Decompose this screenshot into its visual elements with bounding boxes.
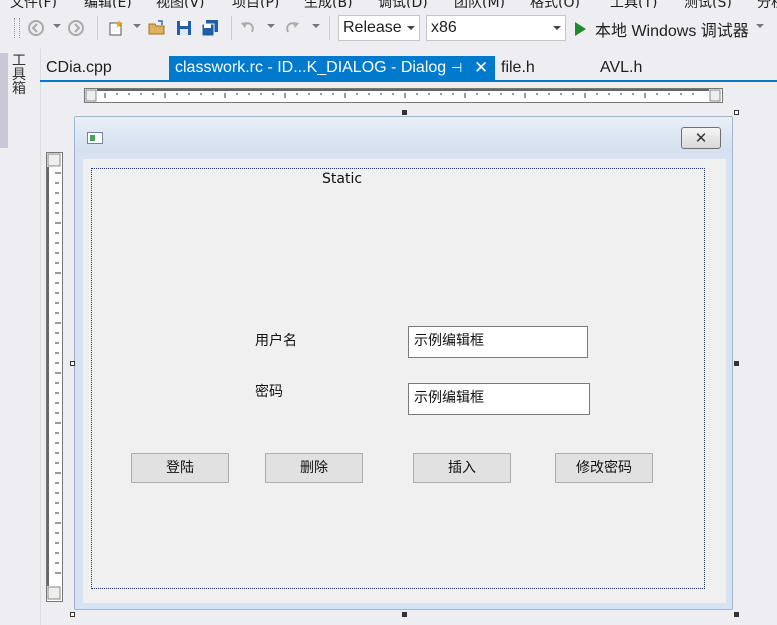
new-dropdown-icon[interactable] [133, 24, 141, 28]
close-icon: ✕ [694, 129, 708, 147]
configuration-value: Release [343, 19, 402, 36]
password-edit[interactable]: 示例编辑框 [408, 383, 590, 415]
toolbar-grip[interactable] [14, 18, 20, 38]
dialog-close-button[interactable]: ✕ [681, 127, 721, 149]
redo-dropdown-icon[interactable] [312, 24, 320, 28]
change-password-button-label: 修改密码 [576, 460, 632, 476]
menu-bar: 文件(F) 编辑(E) 视图(V) 项目(P) 生成(B) 调试(D) 团队(M… [0, 0, 777, 11]
username-edit[interactable]: 示例编辑框 [408, 326, 588, 358]
dialog-margin-guide [91, 168, 705, 589]
dialog-window[interactable]: ✕ Static 用户名 密码 示例编辑框 示例编辑框 登陆 删除 插入 修改密… [74, 116, 733, 610]
standard-toolbar: Release x86 本地 Windows 调试器 [0, 8, 777, 48]
new-project-icon[interactable] [106, 18, 126, 38]
tab-label: classwork.rc - ID...K_DIALOG - Dialog [175, 59, 447, 76]
dialog-app-icon [87, 132, 103, 144]
login-button-label: 登陆 [166, 460, 194, 476]
delete-button-label: 删除 [300, 460, 328, 476]
toolbox-strip: 工具箱 [0, 48, 41, 625]
toolbar-separator [97, 16, 98, 40]
static-text-label[interactable]: Static [322, 171, 362, 187]
back-dropdown-icon[interactable] [53, 24, 61, 28]
play-icon [575, 22, 586, 36]
undo-dropdown-icon[interactable] [267, 24, 275, 28]
chevron-down-icon [553, 26, 561, 30]
username-label[interactable]: 用户名 [255, 330, 297, 350]
username-edit-text: 示例编辑框 [414, 333, 484, 349]
tab-label: file.h [501, 59, 535, 76]
resize-handle-top-right[interactable] [734, 110, 739, 115]
debugger-dropdown-icon[interactable] [756, 24, 764, 28]
redo-icon[interactable] [282, 18, 302, 38]
resize-handle-bottom-right[interactable] [734, 612, 739, 617]
start-debugging-button[interactable]: 本地 Windows 调试器 [575, 17, 749, 41]
start-debugging-label: 本地 Windows 调试器 [595, 23, 749, 40]
navigate-back-icon[interactable] [26, 18, 46, 38]
tab-avl-h[interactable]: AVL.h [600, 56, 642, 80]
platform-value: x86 [431, 19, 457, 36]
resize-handle-right[interactable] [734, 361, 739, 366]
configuration-select[interactable]: Release [338, 15, 420, 41]
save-all-icon[interactable] [200, 18, 220, 38]
tab-label: AVL.h [600, 59, 643, 76]
close-icon[interactable]: ✕ [474, 56, 488, 80]
dialog-title-bar[interactable] [75, 117, 732, 153]
password-label[interactable]: 密码 [255, 381, 283, 401]
horizontal-ruler-ticks [85, 89, 721, 102]
toolbox-tab-indicator [0, 53, 8, 148]
horizontal-ruler[interactable] [84, 88, 723, 103]
navigate-forward-icon[interactable] [66, 18, 86, 38]
tab-classwork-rc[interactable]: classwork.rc - ID...K_DIALOG - Dialog ⊣ … [169, 56, 495, 80]
undo-icon[interactable] [238, 18, 258, 38]
resize-handle-bottom-left[interactable] [70, 612, 75, 617]
insert-button[interactable]: 插入 [413, 453, 511, 483]
toolbar-separator [231, 16, 232, 40]
resize-handle-top[interactable] [402, 110, 407, 115]
tab-label: CDia.cpp [46, 59, 112, 76]
password-edit-text: 示例编辑框 [414, 390, 484, 406]
login-button[interactable]: 登陆 [131, 453, 229, 483]
platform-select[interactable]: x86 [426, 15, 566, 41]
resize-handle-bottom[interactable] [402, 612, 407, 617]
change-password-button[interactable]: 修改密码 [555, 453, 653, 483]
chevron-down-icon [407, 26, 415, 30]
vertical-ruler-ticks [47, 153, 61, 600]
tab-file-h[interactable]: file.h [501, 56, 535, 80]
insert-button-label: 插入 [448, 460, 476, 476]
toolbar-separator [329, 16, 330, 40]
save-icon[interactable] [174, 18, 194, 38]
resize-handle-left[interactable] [70, 361, 75, 366]
pin-icon[interactable]: ⊣ [451, 56, 462, 80]
open-file-icon[interactable] [147, 18, 167, 38]
tab-cdia-cpp[interactable]: CDia.cpp [46, 56, 112, 80]
toolbox-tab[interactable]: 工具箱 [12, 54, 28, 96]
document-tabs: CDia.cpp classwork.rc - ID...K_DIALOG - … [40, 56, 777, 81]
delete-button[interactable]: 删除 [265, 453, 363, 483]
vertical-ruler[interactable] [46, 152, 63, 602]
